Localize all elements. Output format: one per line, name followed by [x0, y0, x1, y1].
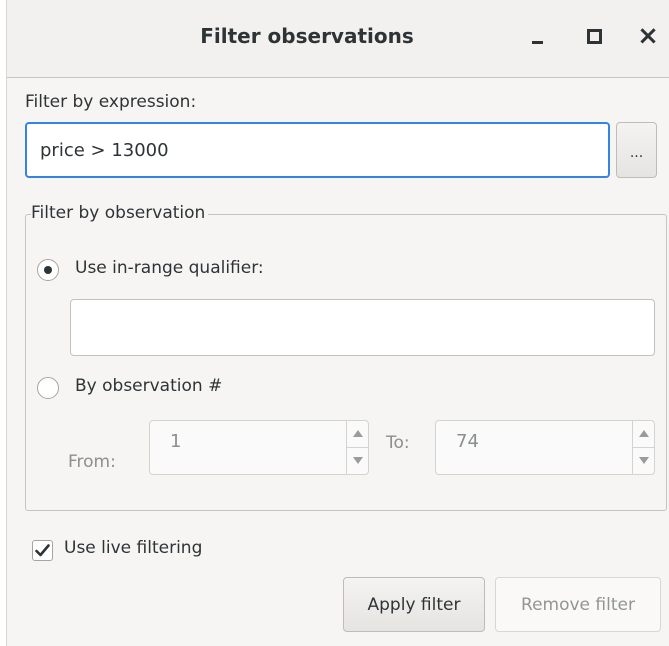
- minimize-button[interactable]: [520, 18, 554, 54]
- live-filtering-checkbox[interactable]: [32, 540, 53, 561]
- title-bar[interactable]: Filter observations ×: [7, 0, 669, 78]
- to-spinbox[interactable]: 74: [435, 420, 655, 475]
- expression-browse-button[interactable]: ...: [616, 122, 657, 178]
- remove-filter-button[interactable]: Remove filter: [495, 577, 661, 632]
- from-increment-button[interactable]: [347, 421, 368, 448]
- window-title: Filter observations: [200, 24, 414, 48]
- live-filtering-label[interactable]: Use live filtering: [64, 538, 202, 558]
- in-range-input[interactable]: [70, 299, 655, 356]
- from-value: 1: [170, 431, 182, 452]
- chevron-up-icon: [638, 430, 649, 438]
- by-number-radio[interactable]: [37, 377, 59, 399]
- apply-filter-button[interactable]: Apply filter: [343, 577, 485, 632]
- by-number-label[interactable]: By observation #: [75, 376, 222, 396]
- expression-label: Filter by expression:: [25, 92, 197, 112]
- chevron-down-icon: [352, 457, 363, 465]
- from-spin-arrows: [346, 421, 368, 474]
- chevron-down-icon: [638, 457, 649, 465]
- maximize-icon: [586, 28, 602, 44]
- radio-selected-dot: [44, 266, 52, 274]
- from-spinbox[interactable]: 1: [149, 420, 369, 475]
- to-label: To:: [386, 433, 410, 453]
- to-increment-button[interactable]: [633, 421, 654, 448]
- filter-observations-dialog: Filter observations × Filter by expressi…: [6, 0, 669, 646]
- to-value: 74: [456, 431, 479, 452]
- checkmark-icon: [35, 544, 50, 557]
- close-icon: ×: [637, 21, 659, 51]
- observation-group-title: Filter by observation: [31, 203, 209, 223]
- expression-input[interactable]: [25, 122, 610, 178]
- from-decrement-button[interactable]: [347, 448, 368, 475]
- from-label: From:: [68, 452, 116, 472]
- minimize-icon: [531, 40, 543, 44]
- to-spin-arrows: [632, 421, 654, 474]
- to-decrement-button[interactable]: [633, 448, 654, 475]
- in-range-radio[interactable]: [37, 259, 59, 281]
- in-range-label[interactable]: Use in-range qualifier:: [75, 258, 264, 278]
- maximize-button[interactable]: [577, 18, 611, 54]
- chevron-up-icon: [352, 430, 363, 438]
- close-button[interactable]: ×: [631, 18, 665, 54]
